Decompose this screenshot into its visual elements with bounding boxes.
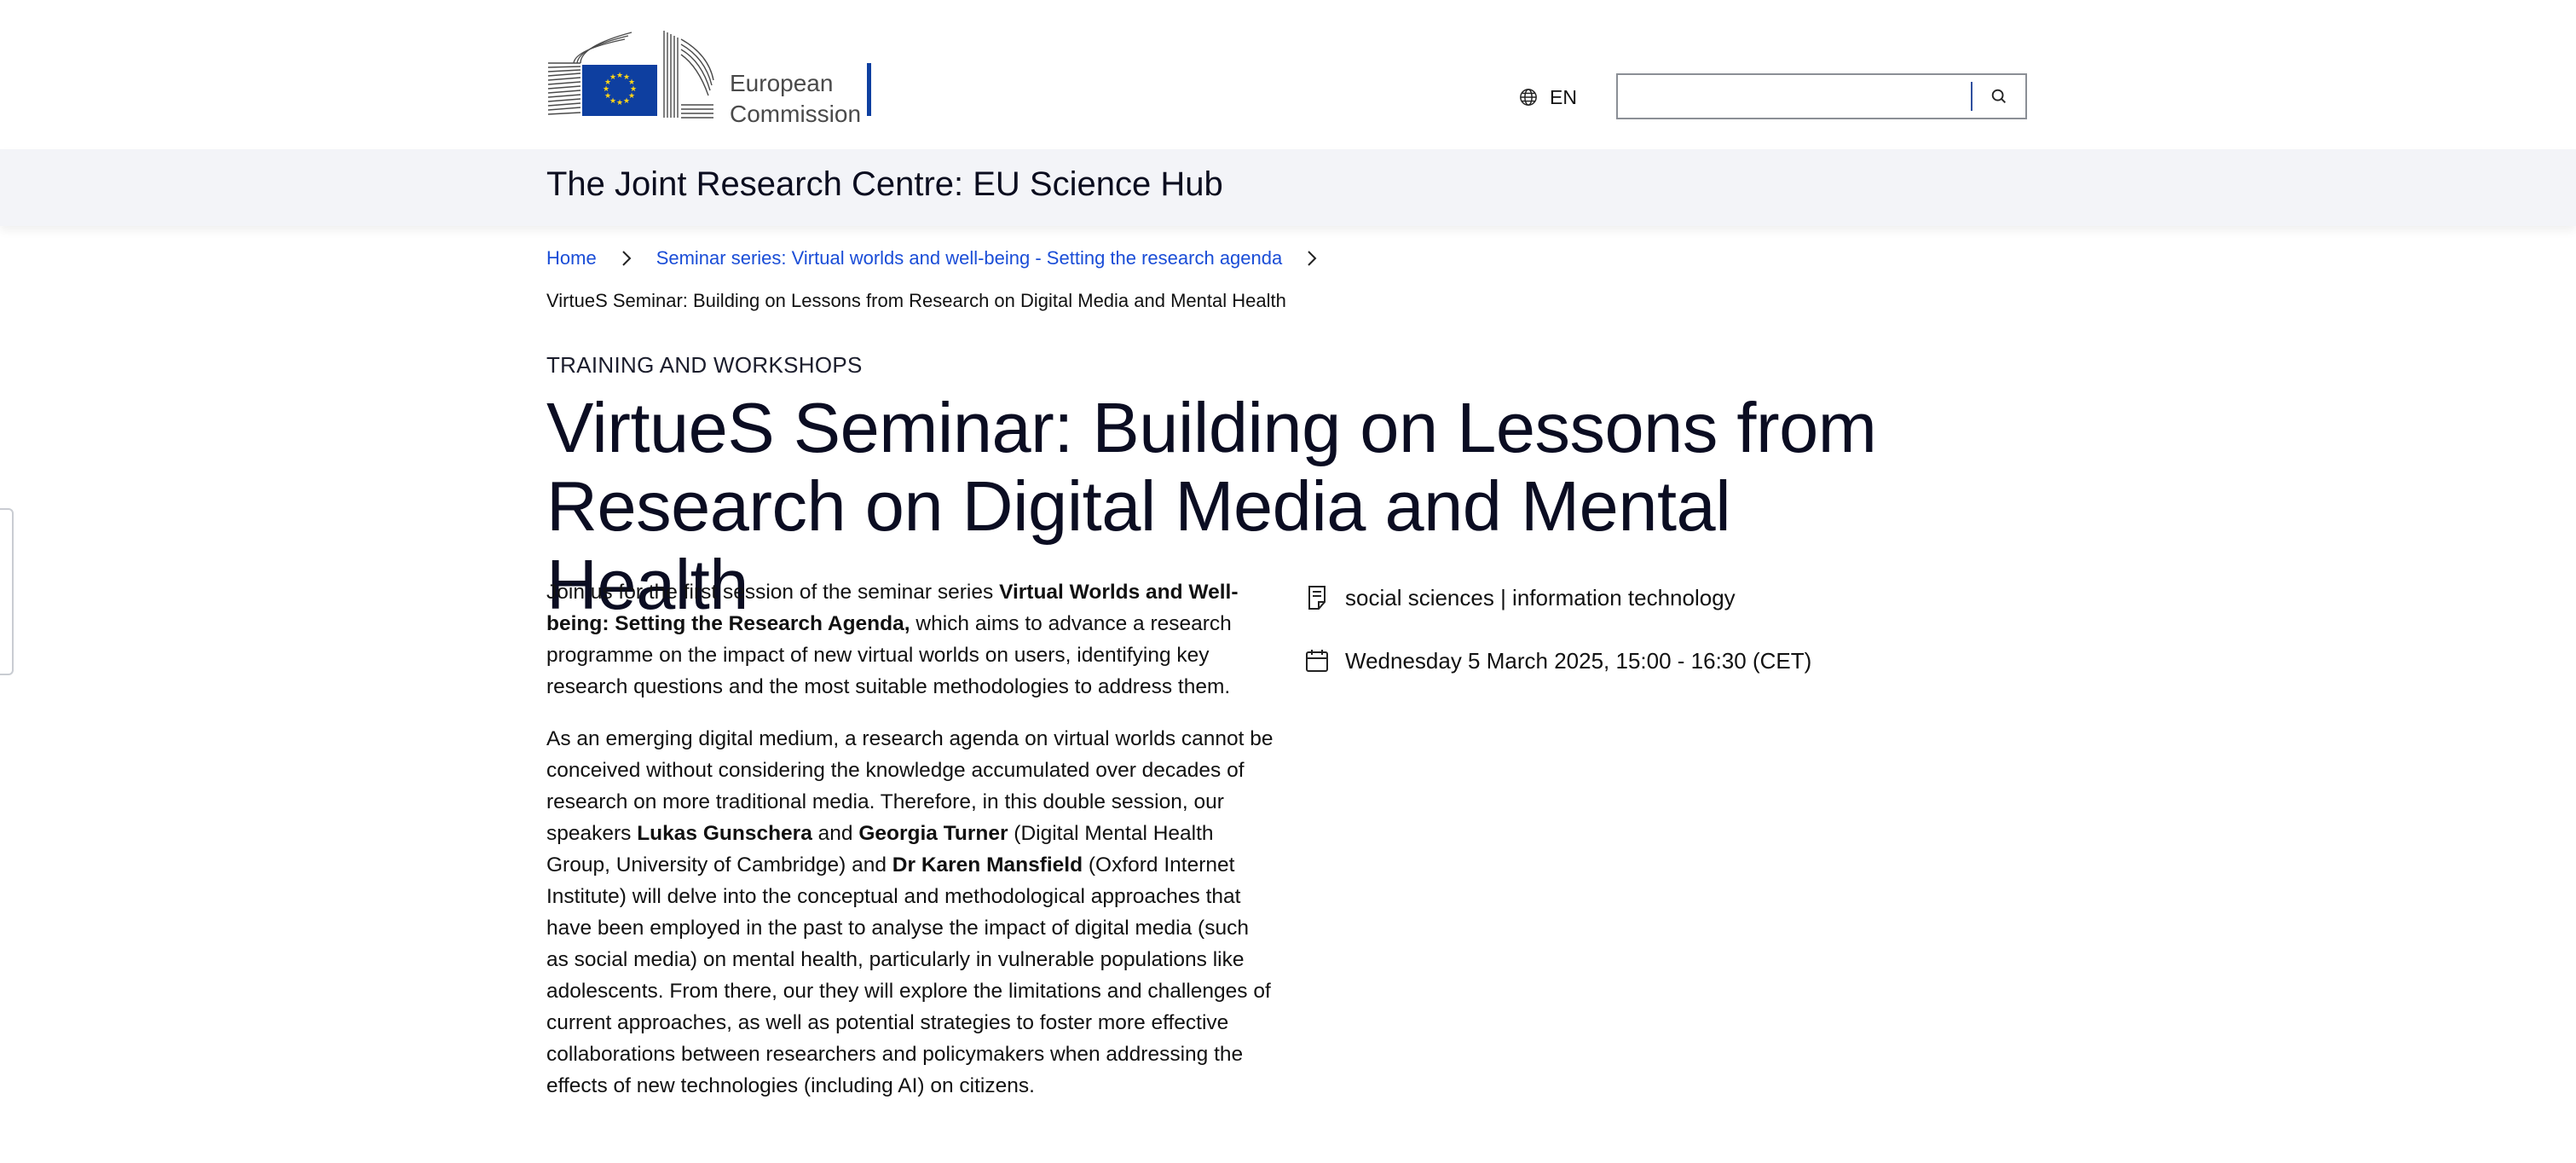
event-info: social sciences | information technology…	[1304, 578, 1811, 704]
globe-icon	[1520, 89, 1537, 106]
logo-line2: Commission	[730, 101, 862, 127]
svg-text:★: ★	[609, 73, 616, 82]
search-button[interactable]	[1972, 75, 2025, 118]
content-type-label: TRAINING AND WORKSHOPS	[546, 352, 863, 378]
breadcrumb-current: VirtueS Seminar: Building on Lessons fro…	[546, 290, 1286, 311]
details-text-and: and	[811, 822, 859, 845]
speaker-name: Dr Karen Mansfield	[892, 853, 1083, 877]
site-header: ★ ★ ★ ★ ★ ★ ★ ★ ★ ★ ★ ★ European Commission EN	[0, 0, 2576, 149]
svg-text:★: ★	[623, 97, 630, 106]
topics-row: social sciences | information technology	[1304, 578, 1811, 617]
event-description: Join us for the first session of the sem…	[546, 576, 1276, 1122]
breadcrumb: Home Seminar series: Virtual worlds and …	[546, 247, 1342, 269]
svg-text:★: ★	[616, 99, 623, 107]
language-label: EN	[1550, 85, 1577, 108]
document-icon	[1304, 585, 1330, 610]
site-name-band: The Joint Research Centre: EU Science Hu…	[0, 149, 2576, 226]
chevron-right-icon	[621, 250, 632, 267]
site-name[interactable]: The Joint Research Centre: EU Science Hu…	[546, 165, 1223, 204]
event-date: Wednesday 5 March 2025, 15:00 - 16:30 (C…	[1345, 647, 1812, 674]
breadcrumb-seminar-series[interactable]: Seminar series: Virtual worlds and well-…	[656, 247, 1283, 269]
event-topics: social sciences | information technology	[1345, 584, 1736, 610]
search-input[interactable]	[1618, 75, 1971, 118]
svg-text:★: ★	[616, 72, 623, 80]
intro-paragraph: Join us for the first session of the sem…	[546, 576, 1276, 703]
side-feedback-tab[interactable]	[0, 508, 14, 675]
date-row: Wednesday 5 March 2025, 15:00 - 16:30 (C…	[1304, 641, 1811, 680]
details-paragraph: As an emerging digital medium, a researc…	[546, 723, 1276, 1102]
search-box	[1616, 73, 2027, 119]
search-icon	[1991, 89, 2006, 103]
breadcrumb-home[interactable]: Home	[546, 247, 597, 269]
language-selector[interactable]: EN	[1519, 83, 1577, 112]
details-text-end: (Oxford Internet Institute) will delve i…	[546, 853, 1271, 1097]
speaker-name: Georgia Turner	[858, 822, 1008, 845]
logo-line1: European	[730, 70, 834, 96]
speaker-name: Lukas Gunschera	[637, 822, 812, 845]
calendar-icon	[1304, 649, 1330, 673]
intro-text: Join us for the first session of the sem…	[546, 581, 1000, 604]
chevron-right-icon	[1306, 250, 1318, 267]
logo-text: European Commission	[730, 68, 861, 130]
